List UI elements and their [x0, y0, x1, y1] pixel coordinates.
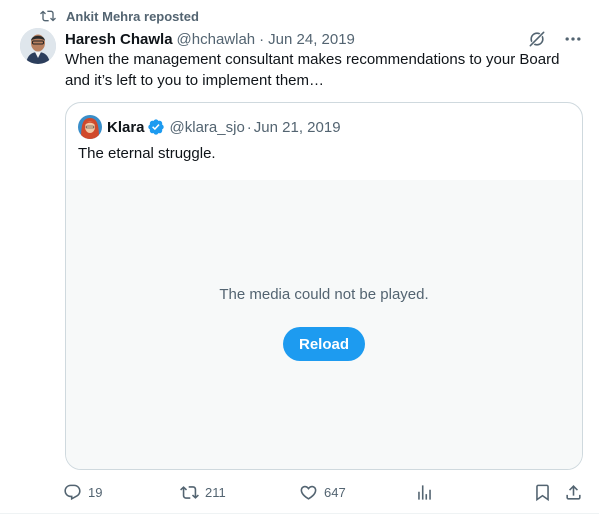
reload-button[interactable]: Reload	[283, 327, 365, 361]
share-button[interactable]	[564, 482, 583, 502]
quote-author-handle: @klara_sjo	[169, 118, 245, 136]
repost-text: Ankit Mehra reposted	[66, 8, 199, 24]
like-count: 647	[324, 484, 346, 500]
analytics-icon	[418, 484, 431, 500]
reply-button[interactable]: 19	[63, 482, 102, 502]
quote-meta-separator: ·	[246, 118, 252, 136]
author-avatar[interactable]	[20, 28, 56, 64]
bookmark-icon	[536, 484, 549, 501]
tweet-text: When the management consultant makes rec…	[65, 51, 560, 89]
like-button[interactable]: 647	[299, 482, 346, 502]
tweet-header: Haresh Chawla @hchawlah · Jun 24, 2019	[65, 29, 583, 49]
like-icon	[300, 485, 317, 500]
author-name[interactable]: Haresh Chawla	[65, 31, 173, 48]
share-icon	[566, 484, 581, 500]
quote-text: The eternal struggle.	[78, 145, 216, 162]
verified-badge-icon	[147, 119, 164, 135]
quote-avatar	[78, 115, 102, 139]
more-options-icon[interactable]	[563, 29, 583, 49]
media-player[interactable]: The media could not be played. Reload	[66, 180, 582, 469]
repost-button[interactable]: 211	[180, 482, 226, 502]
repost-icon	[40, 10, 56, 22]
grok-icon[interactable]	[527, 29, 547, 49]
bookmark-button[interactable]	[533, 482, 552, 502]
meta-separator: ·	[259, 30, 265, 48]
repost-count: 211	[205, 484, 226, 500]
repost-indicator[interactable]: Ankit Mehra reposted	[40, 7, 199, 25]
quote-tweet-card[interactable]: Klara @klara_sjo · Jun 21, 2019 The eter…	[65, 102, 583, 470]
quote-author-name: Klara	[107, 118, 145, 136]
action-bar: 19 211 647	[63, 482, 583, 502]
reply-count: 19	[88, 484, 103, 500]
bottom-divider	[0, 513, 599, 514]
quote-header: Klara @klara_sjo · Jun 21, 2019	[78, 115, 341, 139]
tweet-date[interactable]: Jun 24, 2019	[268, 31, 355, 48]
media-error-message: The media could not be played.	[219, 286, 429, 303]
repost-action-icon	[180, 485, 199, 499]
reply-icon	[64, 484, 81, 500]
author-handle[interactable]: @hchawlah	[177, 31, 256, 48]
quote-date: Jun 21, 2019	[253, 118, 341, 136]
views-button[interactable]	[415, 482, 434, 502]
